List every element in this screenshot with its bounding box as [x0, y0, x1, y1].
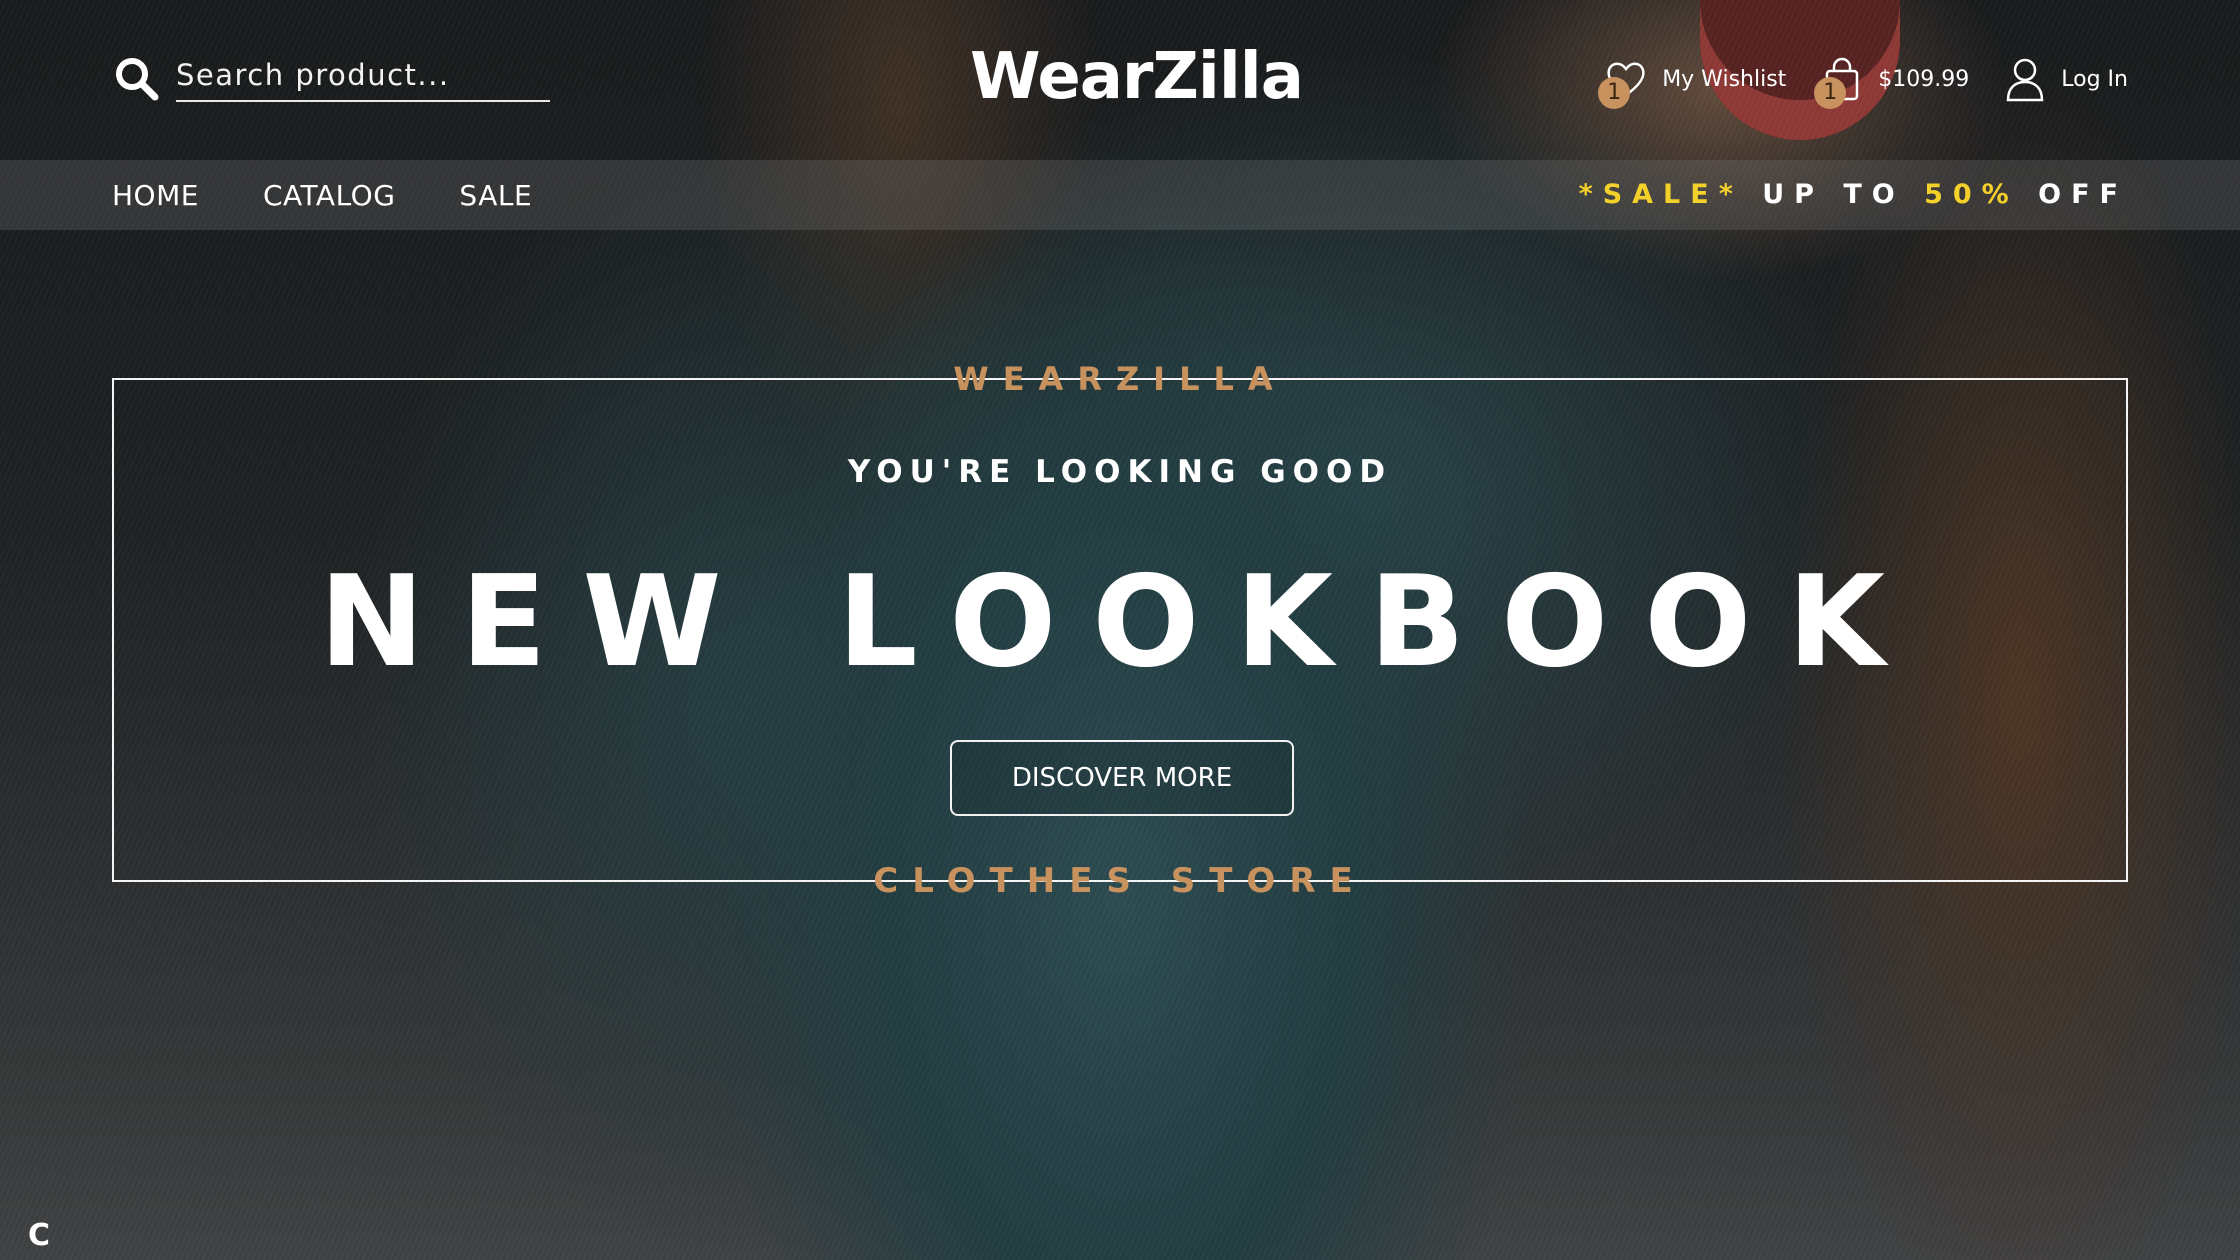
wishlist-link[interactable]: 1 My Wishlist [1598, 55, 1787, 109]
nav-item-home[interactable]: HOME [112, 179, 199, 212]
discover-more-button[interactable]: DISCOVER MORE [950, 740, 1294, 816]
heart-icon: 1 [1598, 55, 1648, 109]
search-bar [112, 54, 550, 102]
nav-item-catalog[interactable]: CATALOG [263, 179, 395, 212]
login-link[interactable]: Log In [2003, 55, 2128, 103]
hero-kicker: YOU'RE LOOKING GOOD [847, 454, 1393, 490]
wishlist-count-badge: 1 [1598, 77, 1631, 109]
search-icon[interactable] [112, 54, 160, 102]
promo-sale: *SALE* [1578, 179, 1743, 210]
promo-off: OFF [2038, 179, 2128, 210]
promo-up-to: UP TO [1762, 179, 1905, 210]
search-input[interactable] [176, 54, 550, 92]
search-field [176, 54, 550, 102]
promo-percent: 50% [1924, 179, 2019, 210]
hero-brand-label: WEARZILLA [953, 360, 1287, 398]
site-logo[interactable]: WearZilla [970, 40, 1304, 114]
nav-item-sale[interactable]: SALE [459, 179, 532, 212]
nav-bar: HOME CATALOG SALE *SALE* UP TO 50% OFF [0, 160, 2240, 230]
user-icon [2003, 55, 2047, 103]
login-label: Log In [2061, 66, 2128, 92]
sale-promo-banner: *SALE* UP TO 50% OFF [1579, 160, 2128, 230]
main-nav: HOME CATALOG SALE [112, 160, 596, 230]
hero-headline: NEW LOOKBOOK [319, 548, 1921, 695]
hero-store-label: CLOTHES STORE [873, 861, 1367, 901]
site-header: WearZilla 1 My Wishlist 1 $109.99 [0, 0, 2240, 160]
hero-frame: WEARZILLA YOU'RE LOOKING GOOD NEW LOOKBO… [112, 360, 2128, 901]
wishlist-label: My Wishlist [1662, 66, 1787, 92]
shopping-bag-icon: 1 [1814, 55, 1864, 109]
cart-count-badge: 1 [1814, 77, 1847, 109]
cart-total: $109.99 [1878, 66, 1970, 92]
corner-c-icon[interactable]: C [28, 1218, 50, 1253]
header-actions: 1 My Wishlist 1 $109.99 Log In [1598, 54, 2128, 109]
cart-link[interactable]: 1 $109.99 [1814, 55, 1970, 109]
